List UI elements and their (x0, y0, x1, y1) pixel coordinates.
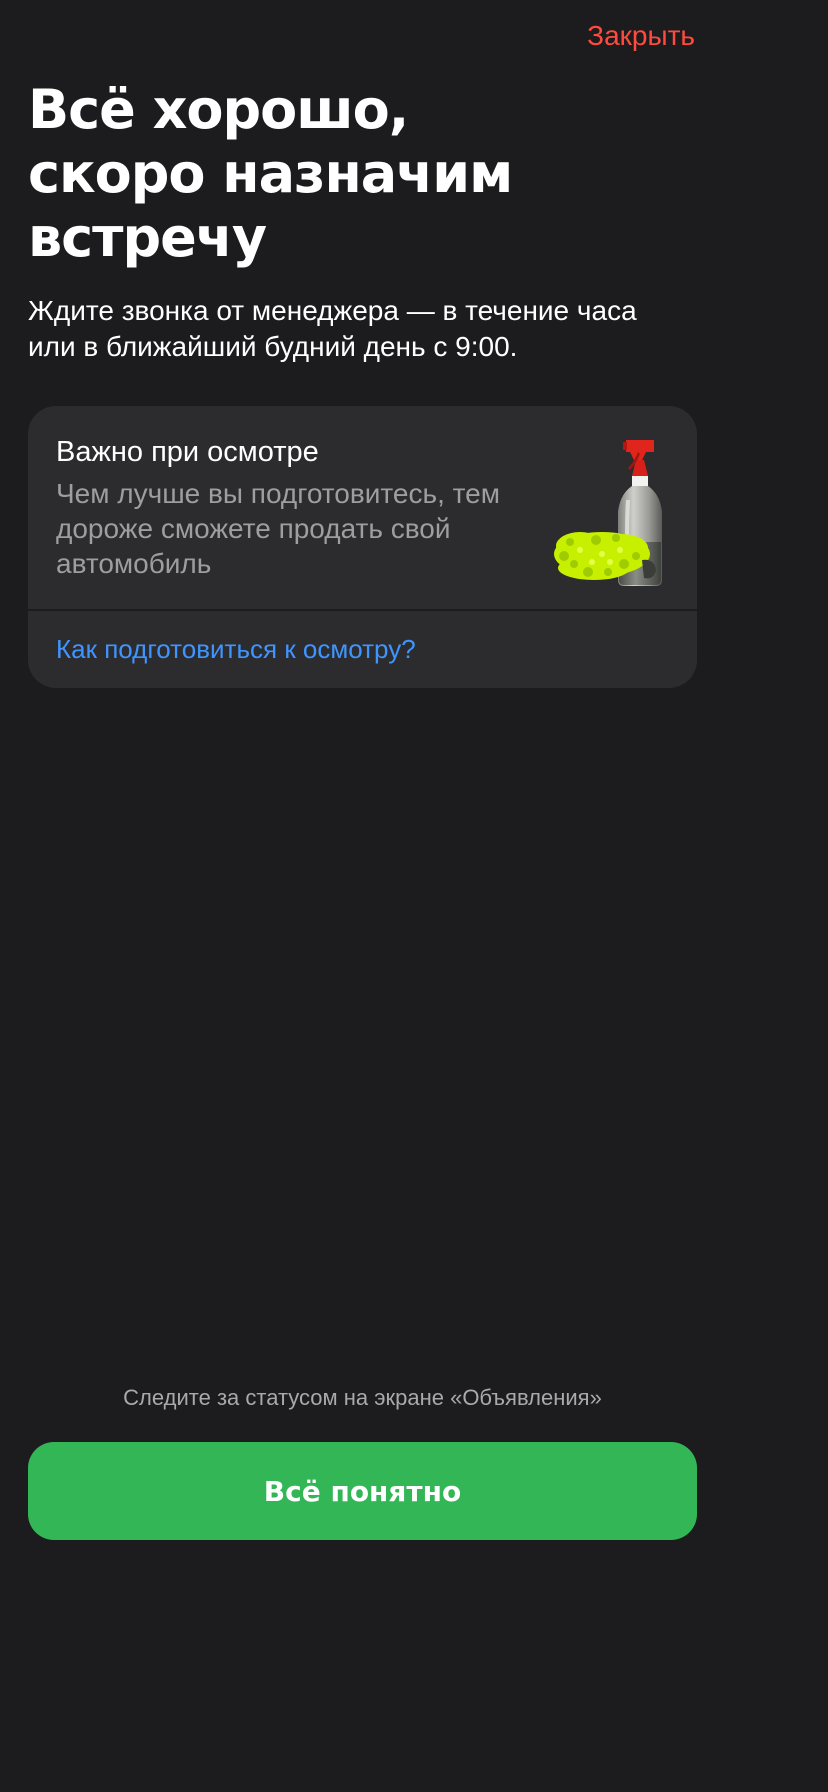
card-description-line: автомобиль (56, 548, 212, 579)
subtitle-line: или в ближайший будний день с 9:00. (28, 331, 518, 362)
page-title-line: встречу (28, 206, 267, 269)
card-description: Чем лучше вы подготовитесь, тем дороже с… (56, 476, 546, 581)
subtitle: Ждите звонка от менеджера — в течение ча… (28, 293, 698, 365)
status-hint: Следите за статусом на экране «Объявлени… (123, 1385, 602, 1410)
card-divider (28, 609, 697, 611)
spray-bottle-and-microfiber-mitt-icon (550, 430, 670, 590)
page-title-line: Всё хорошо, (28, 78, 409, 141)
subtitle-line: Ждите звонка от менеджера — в течение ча… (28, 295, 637, 326)
card-description-line: Чем лучше вы подготовитесь, тем (56, 478, 500, 509)
card-title: Важно при осмотре (56, 436, 319, 468)
got-it-button[interactable]: Всё понятно (28, 1442, 697, 1540)
inspection-tips-card: Важно при осмотре Чем лучше вы подготови… (28, 406, 697, 688)
page-title: Всё хорошо, скоро назначим встречу (28, 78, 668, 270)
page-title-line: скоро назначим (28, 142, 513, 205)
card-description-line: дороже сможете продать свой (56, 513, 451, 544)
close-link[interactable]: Закрыть (587, 20, 695, 52)
how-to-prepare-link[interactable]: Как подготовиться к осмотру? (56, 632, 416, 666)
card-content: Важно при осмотре Чем лучше вы подготови… (28, 406, 697, 609)
